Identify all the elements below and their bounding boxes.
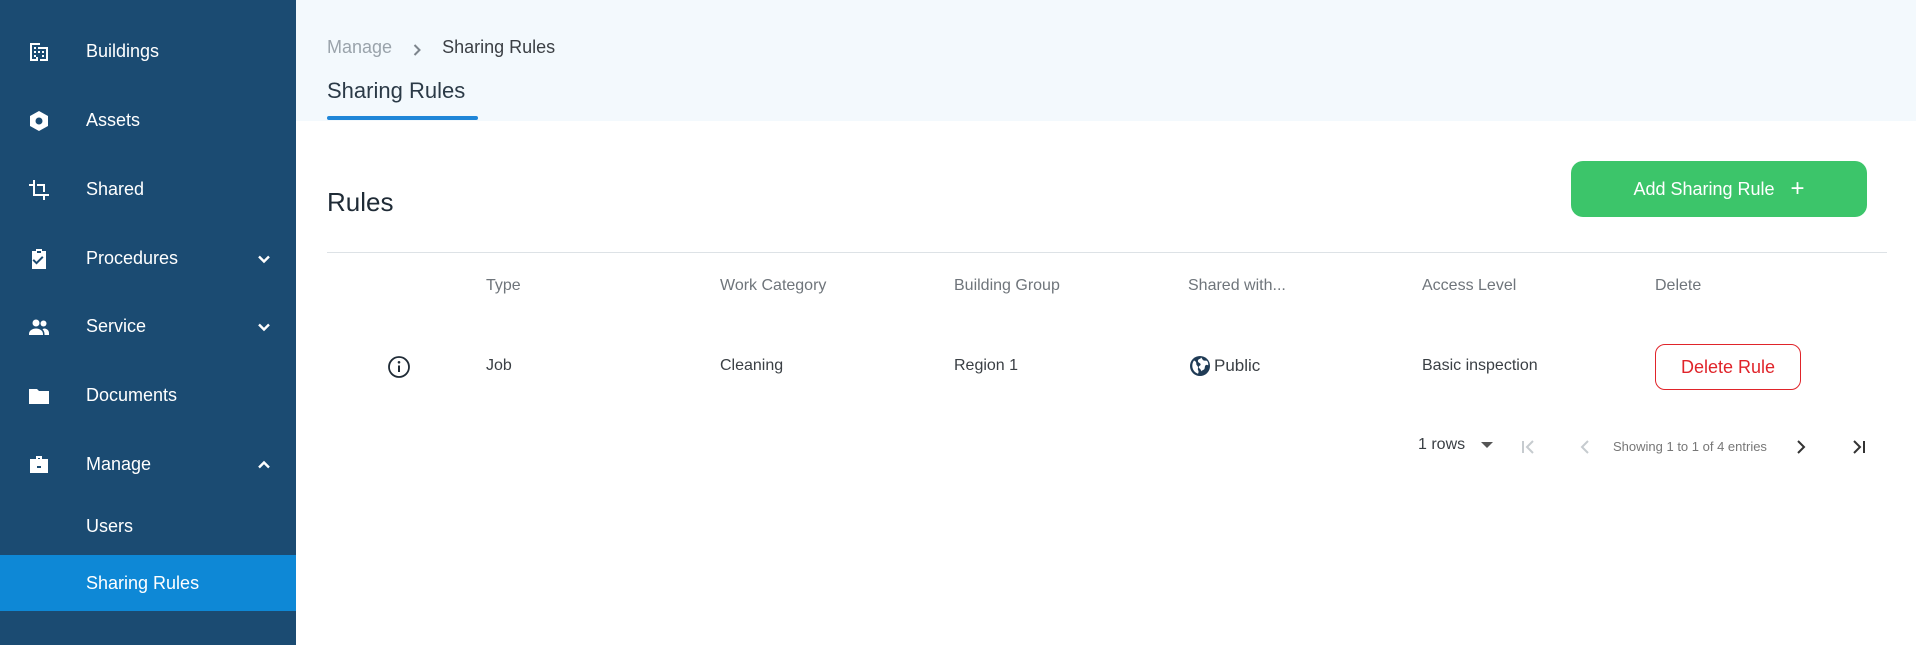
- column-header-shared-with: Shared with...: [1188, 277, 1286, 294]
- divider: [327, 252, 1887, 253]
- page-header: [296, 0, 1916, 121]
- clipboard-check-icon: [26, 246, 52, 272]
- sidebar-item-label: Buildings: [86, 41, 160, 61]
- sidebar-item-label: Service: [86, 316, 147, 336]
- cell-work-category: Cleaning: [720, 357, 784, 374]
- sidebar-item-documents[interactable]: Documents: [0, 361, 296, 430]
- hexagon-icon: [26, 108, 52, 134]
- rows-per-page-select[interactable]: 1 rows: [1418, 436, 1494, 454]
- chevron-down-icon[interactable]: [254, 317, 274, 337]
- plus-icon: +: [1790, 175, 1805, 202]
- previous-page-icon[interactable]: [1574, 436, 1596, 458]
- sidebar-item-label: Shared: [86, 179, 145, 199]
- add-sharing-rule-button[interactable]: Add Sharing Rule +: [1571, 161, 1867, 217]
- sidebar-item-shared[interactable]: Shared: [0, 155, 296, 224]
- sidebar-subitem-label: Sharing Rules: [86, 572, 200, 593]
- sidebar-item-procedures[interactable]: Procedures: [0, 224, 296, 293]
- globe-icon: [1188, 354, 1212, 378]
- column-header-type: Type: [486, 277, 521, 294]
- breadcrumb-manage-link[interactable]: Manage: [327, 37, 392, 58]
- sidebar-item-service[interactable]: Service: [0, 292, 296, 361]
- column-header-access-level: Access Level: [1422, 277, 1517, 294]
- add-button-label: Add Sharing Rule: [1633, 178, 1775, 199]
- sidebar-item-label: Assets: [86, 110, 141, 130]
- sidebar-item-manage[interactable]: Manage: [0, 430, 296, 499]
- chevron-down-icon[interactable]: [254, 249, 274, 269]
- chevron-right-icon: [410, 41, 424, 56]
- pagination-info: Showing 1 to 1 of 4 entries: [1613, 439, 1767, 454]
- sidebar-subitem-users[interactable]: Users: [0, 498, 296, 554]
- column-header-delete: Delete: [1655, 277, 1702, 294]
- building-icon: [26, 39, 52, 65]
- delete-rule-button[interactable]: Delete Rule: [1655, 344, 1801, 390]
- last-page-icon[interactable]: [1847, 436, 1869, 458]
- column-header-work-category: Work Category: [720, 277, 827, 294]
- sidebar-item-assets[interactable]: Assets: [0, 86, 296, 155]
- sidebar-item-buildings[interactable]: Buildings: [0, 17, 296, 86]
- cell-shared-with: Public: [1188, 354, 1260, 378]
- title-underline: [327, 116, 478, 120]
- sidebar: Buildings Assets Shared Procedures Servi…: [0, 0, 296, 645]
- briefcase-icon: [26, 452, 52, 478]
- sidebar-item-label: Procedures: [86, 248, 179, 268]
- sidebar-subitem-sharing-rules[interactable]: Sharing Rules: [0, 555, 296, 611]
- folder-icon: [26, 383, 52, 409]
- next-page-icon[interactable]: [1790, 436, 1812, 458]
- cell-type: Job: [486, 357, 512, 374]
- breadcrumb: Manage Sharing Rules: [327, 37, 555, 58]
- first-page-icon[interactable]: [1518, 436, 1540, 458]
- people-icon: [26, 314, 52, 340]
- info-icon[interactable]: [387, 355, 411, 379]
- sidebar-item-label: Manage: [86, 454, 152, 474]
- section-title: Rules: [327, 187, 394, 217]
- crop-icon: [26, 177, 52, 203]
- breadcrumb-current: Sharing Rules: [442, 37, 556, 57]
- page-title: Sharing Rules: [327, 78, 466, 103]
- rows-per-page-value: 1 rows: [1418, 436, 1466, 453]
- shared-with-label: Public: [1214, 356, 1261, 375]
- cell-building-group: Region 1: [954, 357, 1019, 374]
- column-header-building-group: Building Group: [954, 277, 1060, 294]
- sidebar-subitem-label: Users: [86, 515, 134, 536]
- caret-down-icon: [1481, 442, 1494, 448]
- sidebar-item-label: Documents: [86, 385, 178, 405]
- chevron-up-icon[interactable]: [254, 455, 274, 475]
- cell-access-level: Basic inspection: [1422, 357, 1538, 374]
